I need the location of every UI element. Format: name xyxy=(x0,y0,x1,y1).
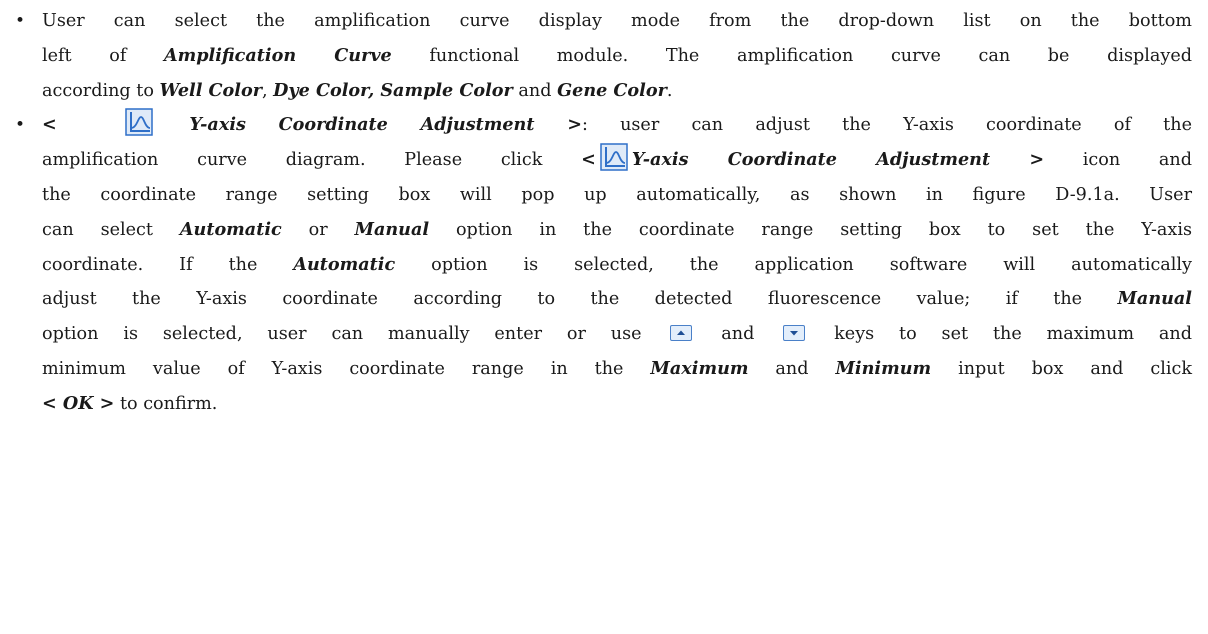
bullet2-line6: adjust the Y-axis coordinate according t… xyxy=(42,282,1192,317)
text-run: functional module. The amplification cur… xyxy=(391,45,1192,66)
term-gene-color: Gene Color xyxy=(557,79,667,101)
bullet2-line4: can select Automatic or Manual option in… xyxy=(42,213,1192,248)
term-ok: < OK > xyxy=(42,392,115,414)
term-maximum: Maximum xyxy=(650,357,749,379)
text-run: icon and xyxy=(1044,150,1193,171)
term-y-axis-adjustment: Y-axis Coordinate Adjustment > xyxy=(189,114,582,136)
text-run: and xyxy=(512,80,558,101)
bullet-dot: • xyxy=(15,115,26,136)
text-run: < xyxy=(581,149,596,171)
text-run: or xyxy=(281,219,355,240)
document-page: • User can select the amplification curv… xyxy=(0,0,1208,634)
text-run: option is selected, the application soft… xyxy=(395,254,1192,275)
text-run: . xyxy=(666,80,673,101)
text-run: option in the coordinate range setting b… xyxy=(429,219,1192,240)
text-run: amplification curve diagram. Please clic… xyxy=(42,150,582,171)
text-run: : user can adjust the Y-axis coordinate … xyxy=(581,115,1192,136)
spin-down-key-icon xyxy=(783,325,806,342)
text-run: option is selected, user can manually en… xyxy=(42,324,667,345)
bullet1-line3: according to Well Color, Dye Color, Samp… xyxy=(42,74,1192,109)
bullet2-line5: coordinate. If the Automatic option is s… xyxy=(42,248,1192,283)
term-manual: Manual xyxy=(1117,288,1192,310)
bullet2-line2: amplification curve diagram. Please clic… xyxy=(42,143,1192,178)
text-run: input box and click xyxy=(931,358,1192,379)
y-axis-coordinate-adjustment-icon xyxy=(125,108,153,137)
term-y-axis-adjustment: Y-axis Coordinate Adjustment > xyxy=(631,149,1045,171)
text-run: keys to set the maximum and xyxy=(809,324,1192,345)
term-automatic: Automatic xyxy=(293,253,396,275)
text-run: and xyxy=(696,324,780,345)
bullet2-line8: minimum value of Y-axis coordinate range… xyxy=(42,352,1192,387)
text-run: left of xyxy=(42,45,164,66)
bullet2-line1: < Y-axis Coordinate Adjustment >: user c… xyxy=(42,108,1192,143)
bullet2-line7: option is selected, user can manually en… xyxy=(42,317,1192,352)
term-minimum: Minimum xyxy=(835,357,932,379)
bullet1-line2: left of Amplification Curve functional m… xyxy=(42,39,1192,74)
y-axis-coordinate-adjustment-icon xyxy=(600,143,628,171)
text-run: and xyxy=(748,358,836,379)
text-run: minimum value of Y-axis coordinate range… xyxy=(42,358,651,379)
bullet-item-display-mode: • User can select the amplification curv… xyxy=(15,4,1192,108)
term-well-color: Well Color xyxy=(159,79,262,101)
text-run: coordinate. If the xyxy=(42,254,294,275)
text-run: < xyxy=(42,114,57,136)
bullet2-line9: < OK > to confirm. xyxy=(42,387,1192,422)
term-automatic: Automatic xyxy=(179,218,282,240)
bullet1-line1: User can select the amplification curve … xyxy=(42,11,1192,31)
text-run: adjust the Y-axis coordinate according t… xyxy=(42,289,1118,310)
text-run: according to xyxy=(42,80,160,101)
term-amplification-curve: Amplification Curve xyxy=(163,44,392,66)
term-dye-sample-color: Dye Color, Sample Color xyxy=(273,79,513,101)
bullet-item-y-axis-adjustment: • < Y-axis Coordinate Adjustment >: user… xyxy=(15,108,1192,421)
term-manual: Manual xyxy=(354,218,430,240)
text-run: , xyxy=(261,80,274,101)
bullet-list: • User can select the amplification curv… xyxy=(15,4,1192,422)
bullet2-line3: the coordinate range setting box will po… xyxy=(42,184,1192,205)
spin-up-key-icon xyxy=(670,325,693,342)
bullet-dot: • xyxy=(15,11,26,31)
text-run: can select xyxy=(42,219,180,240)
text-run: to confirm. xyxy=(114,393,218,414)
